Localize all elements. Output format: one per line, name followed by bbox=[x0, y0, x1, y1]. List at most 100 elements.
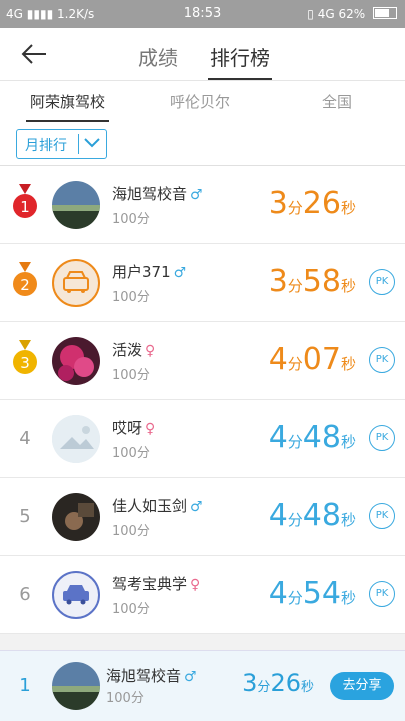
red-medal-icon: 1 bbox=[13, 184, 37, 218]
ranking-row[interactable]: 2 用户371 ♂ 100分 3分58秒 PK bbox=[0, 244, 405, 322]
user-name: 佳人如玉剑 ♂ bbox=[112, 495, 203, 516]
pk-button[interactable]: PK bbox=[369, 425, 395, 451]
exam-time: 3分26秒 bbox=[260, 186, 356, 221]
my-avatar[interactable] bbox=[52, 662, 100, 710]
dark-photo-icon bbox=[52, 493, 100, 541]
exam-time: 4分54秒 bbox=[260, 576, 356, 611]
minutes-unit: 分 bbox=[287, 511, 303, 529]
user-name-text: 驾考宝典学 bbox=[112, 575, 188, 593]
tab-school-label: 阿荣旗驾校 bbox=[30, 93, 106, 111]
network-indicator-right: 4G bbox=[317, 7, 335, 21]
vibrate-icon: ▯ bbox=[307, 7, 314, 21]
avatar[interactable] bbox=[52, 493, 100, 541]
seconds: 48 bbox=[302, 498, 341, 533]
user-name-text: 哎呀 bbox=[112, 419, 143, 437]
minutes: 3 bbox=[242, 669, 258, 697]
exam-time: 4分07秒 bbox=[260, 342, 356, 377]
male-icon: ♂ bbox=[173, 265, 187, 281]
score: 100分 bbox=[112, 212, 150, 227]
pk-button[interactable]: PK bbox=[369, 581, 395, 607]
ranking-row[interactable]: 6 驾考宝典学 ♀ 100分 4分54秒 PK bbox=[0, 556, 405, 634]
tab-nationwide[interactable]: 全国 bbox=[322, 91, 352, 112]
avatar[interactable] bbox=[52, 337, 100, 385]
male-icon: ♂ bbox=[184, 669, 197, 685]
tab-leaderboard-label: 排行榜 bbox=[210, 46, 270, 70]
rank-number: 3 bbox=[20, 354, 30, 372]
tab-leaderboard[interactable]: 排行榜 bbox=[208, 42, 272, 80]
tab-city[interactable]: 呼伦贝尔 bbox=[170, 91, 230, 112]
landscape-photo-icon bbox=[52, 181, 100, 229]
exam-time: 4分48秒 bbox=[260, 420, 356, 455]
silver-medal-icon: 2 bbox=[13, 262, 37, 296]
ranking-row[interactable]: 3 活泼 ♀ 100分 4分07秒 PK bbox=[0, 322, 405, 400]
user-name-text: 佳人如玉剑 bbox=[112, 497, 188, 515]
battery-icon bbox=[373, 7, 397, 19]
scope-tabs: 阿荣旗驾校 呼伦贝尔 全国 bbox=[0, 81, 405, 123]
seconds-unit: 秒 bbox=[300, 680, 314, 695]
minutes: 3 bbox=[268, 186, 288, 221]
ranking-row[interactable]: 5 佳人如玉剑 ♂ 100分 4分48秒 PK bbox=[0, 478, 405, 556]
flower-photo-icon bbox=[52, 337, 100, 385]
user-name-text: 活泼 bbox=[112, 341, 143, 359]
female-icon: ♀ bbox=[190, 577, 201, 593]
rank-number: 4 bbox=[19, 428, 31, 449]
pk-button[interactable]: PK bbox=[369, 269, 395, 295]
tab-underline bbox=[208, 78, 272, 80]
placeholder-image-icon bbox=[52, 415, 100, 463]
female-icon: ♀ bbox=[145, 421, 156, 437]
seconds-unit: 秒 bbox=[340, 511, 356, 529]
user-name: 海旭驾校音 ♂ bbox=[112, 183, 203, 204]
share-button[interactable]: 去分享 bbox=[330, 672, 394, 700]
seconds: 26 bbox=[270, 669, 301, 697]
status-bar: 4G ▮▮▮▮ 1.2K/s 18:53 ▯ 4G 62% bbox=[0, 0, 405, 28]
seconds: 58 bbox=[302, 264, 341, 299]
minutes-unit: 分 bbox=[287, 589, 303, 607]
car-icon bbox=[63, 271, 89, 293]
minutes: 4 bbox=[268, 420, 288, 455]
seconds-unit: 秒 bbox=[340, 589, 356, 607]
minutes: 4 bbox=[268, 576, 288, 611]
score: 100分 bbox=[112, 290, 150, 305]
pk-button[interactable]: PK bbox=[369, 503, 395, 529]
select-divider bbox=[78, 134, 79, 154]
seconds: 54 bbox=[302, 576, 341, 611]
user-name: 驾考宝典学 ♀ bbox=[112, 573, 200, 594]
avatar[interactable] bbox=[52, 415, 100, 463]
battery-percent: 62% bbox=[338, 7, 366, 21]
user-name: 活泼 ♀ bbox=[112, 339, 155, 360]
pk-button[interactable]: PK bbox=[369, 347, 395, 373]
status-right: ▯ 4G 62% bbox=[307, 7, 397, 21]
ranking-row[interactable]: 1 海旭驾校音 ♂ 100分 3分26秒 bbox=[0, 166, 405, 244]
exam-time: 3分58秒 bbox=[260, 264, 356, 299]
my-user-name: 海旭驾校音 ♂ bbox=[106, 665, 197, 686]
ranking-row[interactable]: 4 哎呀 ♀ 100分 4分48秒 PK bbox=[0, 400, 405, 478]
avatar[interactable] bbox=[52, 571, 100, 619]
minutes-unit: 分 bbox=[287, 355, 303, 373]
minutes: 4 bbox=[268, 498, 288, 533]
avatar[interactable] bbox=[52, 259, 100, 307]
chevron-down-icon bbox=[84, 138, 100, 148]
minutes-unit: 分 bbox=[257, 680, 271, 695]
my-user-name-text: 海旭驾校音 bbox=[106, 667, 182, 685]
score: 100分 bbox=[112, 368, 150, 383]
tab-score[interactable]: 成绩 bbox=[138, 42, 178, 71]
rank-number: 2 bbox=[20, 276, 30, 294]
score: 100分 bbox=[112, 524, 150, 539]
tab-school[interactable]: 阿荣旗驾校 bbox=[26, 91, 110, 122]
seconds: 07 bbox=[302, 342, 341, 377]
seconds: 48 bbox=[302, 420, 341, 455]
minutes: 3 bbox=[268, 264, 288, 299]
score: 100分 bbox=[112, 602, 150, 617]
my-rank-number: 1 bbox=[19, 675, 31, 696]
minutes-unit: 分 bbox=[287, 277, 303, 295]
landscape-photo-icon bbox=[52, 662, 100, 710]
period-select[interactable]: 月排行 bbox=[16, 129, 107, 159]
seconds-unit: 秒 bbox=[340, 433, 356, 451]
back-arrow-icon[interactable] bbox=[20, 42, 48, 66]
avatar[interactable] bbox=[52, 181, 100, 229]
score: 100分 bbox=[112, 446, 150, 461]
exam-time: 4分48秒 bbox=[260, 498, 356, 533]
car-icon bbox=[63, 585, 89, 605]
user-name-text: 用户371 bbox=[112, 263, 171, 281]
female-icon: ♀ bbox=[145, 343, 156, 359]
